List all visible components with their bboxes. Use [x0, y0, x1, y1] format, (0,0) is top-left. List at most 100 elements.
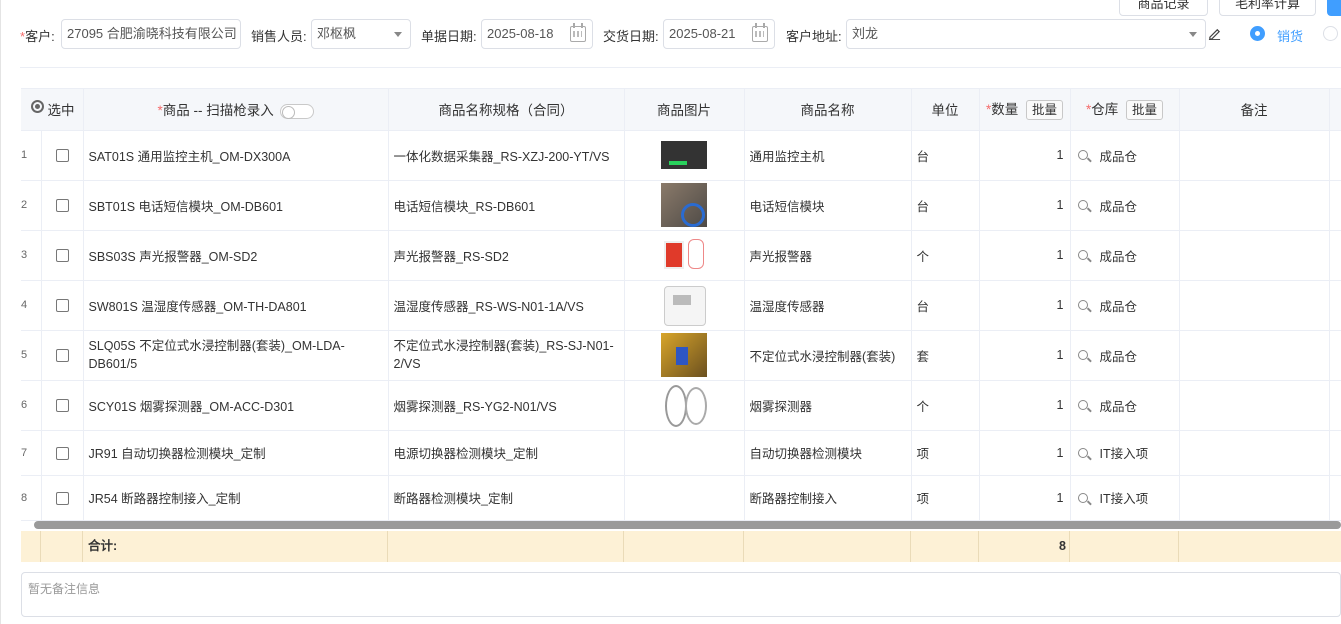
cell-qty[interactable]: 1 — [979, 180, 1071, 231]
margin-calc-button[interactable]: 毛利率计算 — [1219, 0, 1316, 16]
row-checkbox[interactable] — [55, 399, 69, 413]
search-icon[interactable] — [1077, 200, 1088, 210]
radio-other[interactable] — [1323, 26, 1338, 41]
cell-qty[interactable]: 1 — [979, 380, 1071, 431]
cell-product[interactable]: JR54 断路器控制接入_定制 — [83, 475, 389, 521]
cell-qty[interactable]: 1 — [979, 280, 1071, 331]
row-checkbox[interactable] — [55, 299, 69, 313]
cell-product[interactable]: SBS03S 声光报警器_OM-SD2 — [83, 230, 389, 281]
cell-name: 温湿度传感器 — [744, 280, 912, 331]
cell-image — [624, 180, 745, 231]
cell-image — [624, 130, 745, 181]
search-icon[interactable] — [1077, 300, 1088, 310]
row-checkbox[interactable] — [55, 491, 69, 505]
cell-name: 通用监控主机 — [744, 130, 912, 181]
cell-unit: 台 — [911, 180, 980, 231]
product-image-water-leak[interactable] — [661, 333, 707, 377]
row-checkbox[interactable] — [55, 149, 69, 163]
left-border — [0, 0, 1, 624]
th-image: 商品图片 — [624, 89, 745, 131]
cell-product[interactable]: SCY01S 烟雾探测器_OM-ACC-D301 — [83, 380, 389, 431]
th-remark: 备注 — [1179, 89, 1330, 131]
row-checkbox-cell — [41, 130, 84, 181]
cell-unit: 个 — [911, 380, 980, 431]
th-spec: 商品名称规格（合同） — [388, 89, 625, 131]
cell-remark[interactable] — [1179, 280, 1330, 331]
doc-date-input[interactable]: 2025-08-18 — [481, 19, 593, 49]
cell-warehouse[interactable]: 成品仓 — [1070, 230, 1180, 281]
primary-button[interactable] — [1327, 0, 1341, 16]
th-extra — [1329, 89, 1341, 131]
chevron-down-icon — [394, 32, 402, 37]
cell-extra — [1329, 180, 1341, 231]
cell-remark[interactable] — [1179, 430, 1330, 476]
product-image-sms-module[interactable] — [661, 183, 707, 227]
delivery-date-input[interactable]: 2025-08-21 — [663, 19, 775, 49]
search-icon[interactable] — [1077, 250, 1088, 260]
address-select[interactable]: 刘龙 — [846, 19, 1206, 49]
row-checkbox[interactable] — [55, 349, 69, 363]
product-image-smoke-detector[interactable] — [661, 383, 707, 427]
cell-product[interactable]: SW801S 温湿度传感器_OM-TH-DA801 — [83, 280, 389, 331]
cell-remark[interactable] — [1179, 380, 1330, 431]
search-icon[interactable] — [1077, 400, 1088, 410]
cell-remark[interactable] — [1179, 180, 1330, 231]
calendar-icon — [752, 23, 768, 42]
row-index: 8 — [21, 475, 42, 521]
row-checkbox[interactable] — [55, 199, 69, 213]
cell-remark[interactable] — [1179, 330, 1330, 381]
edit-icon[interactable] — [1208, 27, 1221, 40]
qty-batch-button[interactable]: 批量 — [1026, 100, 1064, 121]
horizontal-scrollbar[interactable] — [34, 521, 1341, 529]
cell-product[interactable]: SLQ05S 不定位式水浸控制器(套装)_OM-LDA-DB601/5 — [83, 330, 389, 381]
cell-unit: 套 — [911, 330, 980, 381]
cell-warehouse[interactable]: 成品仓 — [1070, 180, 1180, 231]
cell-extra — [1329, 330, 1341, 381]
cell-qty[interactable]: 1 — [979, 230, 1071, 281]
sum-cell — [1179, 531, 1341, 562]
cell-qty[interactable]: 1 — [979, 130, 1071, 181]
search-icon[interactable] — [1077, 350, 1088, 360]
row-checkbox[interactable] — [55, 249, 69, 263]
product-record-button[interactable]: 商品记录 — [1119, 0, 1208, 16]
row-checkbox[interactable] — [55, 446, 69, 460]
summary-label: 合计: — [83, 531, 388, 562]
search-icon[interactable] — [1077, 447, 1088, 458]
product-image-th-sensor[interactable] — [661, 283, 707, 327]
product-image-monitor-host[interactable] — [661, 133, 707, 177]
cell-qty[interactable]: 1 — [979, 475, 1071, 521]
cell-qty[interactable]: 1 — [979, 330, 1071, 381]
table-row: 7 JR91 自动切换器检测模块_定制 电源切换器检测模块_定制 自动切换器检测… — [21, 430, 1341, 476]
sum-cell — [1070, 531, 1179, 562]
cell-remark[interactable] — [1179, 475, 1330, 521]
customer-input[interactable]: 27095 合肥渝晓科技有限公司 — [61, 19, 241, 49]
cell-spec: 烟雾探测器_RS-YG2-N01/VS — [388, 380, 625, 431]
cell-warehouse[interactable]: IT接入项 — [1070, 430, 1180, 476]
cell-name: 声光报警器 — [744, 230, 912, 281]
cell-warehouse[interactable]: 成品仓 — [1070, 330, 1180, 381]
scanner-toggle[interactable] — [279, 104, 314, 120]
search-icon[interactable] — [1077, 150, 1088, 160]
divider — [20, 67, 1341, 68]
cell-remark[interactable] — [1179, 130, 1330, 181]
cell-product[interactable]: SBT01S 电话短信模块_OM-DB601 — [83, 180, 389, 231]
search-icon[interactable] — [1077, 492, 1088, 503]
cell-product[interactable]: SAT01S 通用监控主机_OM-DX300A — [83, 130, 389, 181]
delivery-date-label: 交货日期: — [603, 29, 659, 44]
salesperson-select[interactable]: 邓枢枫 — [311, 19, 411, 49]
sum-cell — [624, 531, 744, 562]
cell-warehouse[interactable]: IT接入项 — [1070, 475, 1180, 521]
product-image-alarm[interactable] — [661, 233, 707, 277]
cell-qty[interactable]: 1 — [979, 430, 1071, 476]
cell-warehouse[interactable]: 成品仓 — [1070, 280, 1180, 331]
remark-textarea[interactable]: 暂无备注信息 — [21, 572, 1341, 617]
row-checkbox-cell — [41, 475, 84, 521]
warehouse-batch-button[interactable]: 批量 — [1126, 100, 1164, 121]
customer-label: *客户: — [20, 29, 55, 44]
cell-product[interactable]: JR91 自动切换器检测模块_定制 — [83, 430, 389, 476]
cell-warehouse[interactable]: 成品仓 — [1070, 380, 1180, 431]
cell-warehouse[interactable]: 成品仓 — [1070, 130, 1180, 181]
cell-remark[interactable] — [1179, 230, 1330, 281]
radio-sales[interactable] — [1250, 26, 1265, 41]
settings-icon[interactable] — [31, 100, 44, 113]
